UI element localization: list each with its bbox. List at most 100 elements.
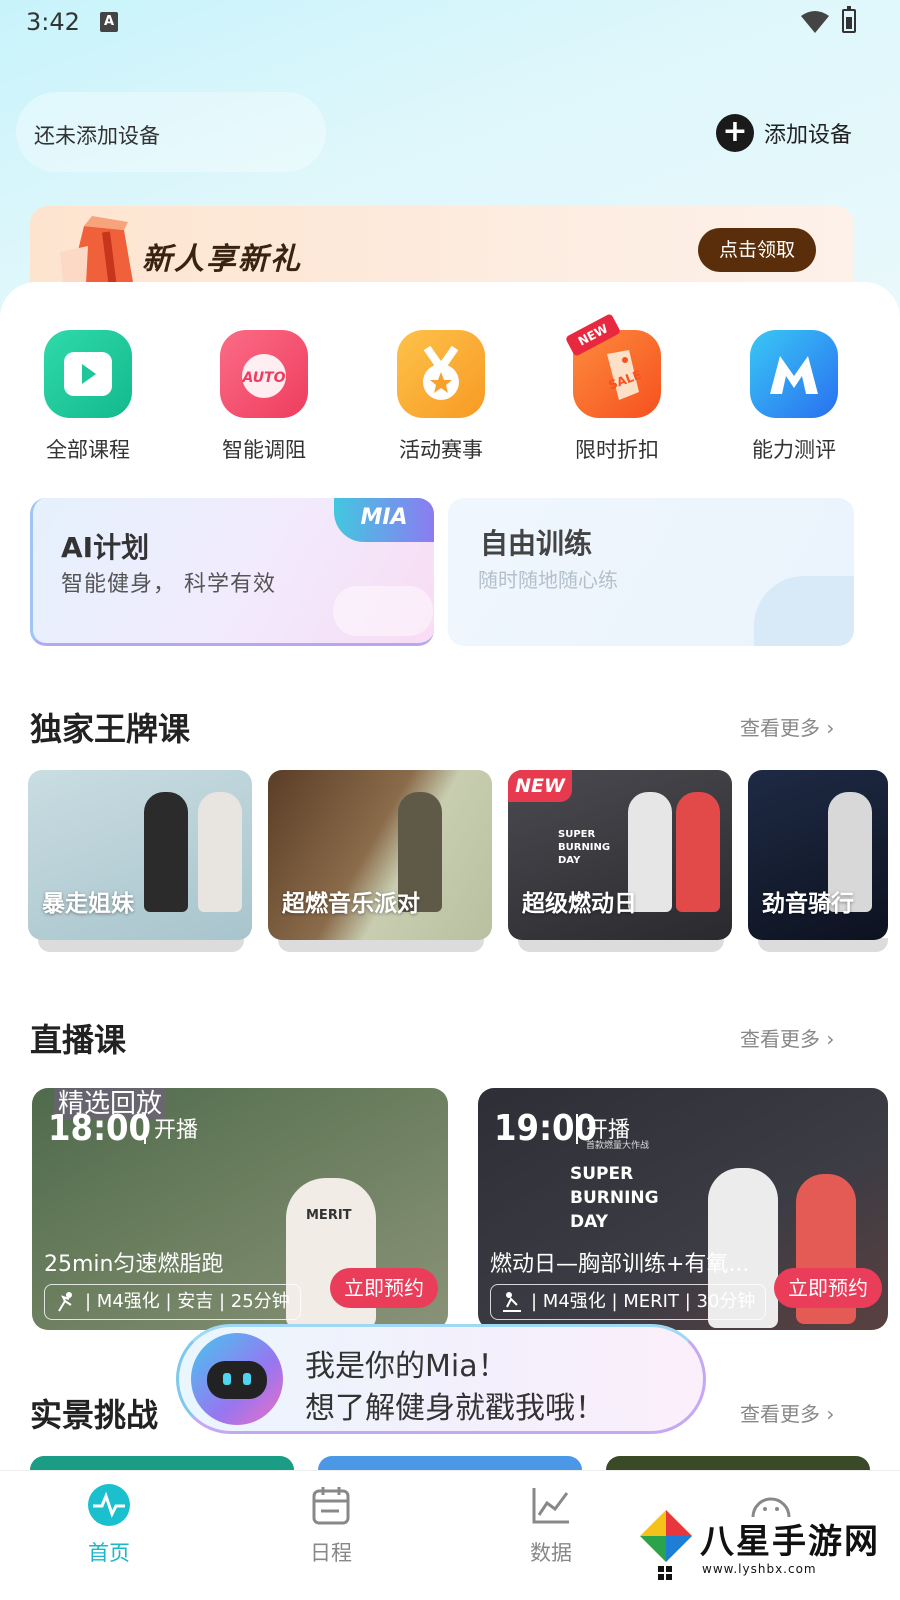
- see-more-label: 查看更多: [740, 1027, 820, 1051]
- divider: [576, 1114, 578, 1144]
- watermark-text: 八星手游网: [700, 1522, 880, 1562]
- see-more-label: 查看更多: [740, 1402, 820, 1426]
- category-all-courses[interactable]: 全部课程: [33, 330, 143, 464]
- free-training-subtitle: 随时随地随心练: [478, 568, 618, 592]
- claim-button[interactable]: 点击领取: [698, 228, 816, 272]
- watermark-url: www.lyshbx.com: [702, 1562, 817, 1576]
- treadmill-icon: [58, 1292, 72, 1312]
- section-title-live: 直播课: [30, 1021, 127, 1059]
- section-title-brand: 独家王牌课: [30, 710, 191, 748]
- run-decoration-icon: [754, 576, 854, 646]
- book-button[interactable]: 立即预约: [330, 1268, 438, 1308]
- shirt-text: MERIT: [306, 1208, 352, 1223]
- live-course-card[interactable]: 19:00 开播 首款燃量大作战 SUPER BURNING DAY 燃动日—胸…: [478, 1088, 888, 1330]
- mia-robot-icon: [191, 1333, 283, 1425]
- coach-figure: [198, 792, 242, 912]
- live-course-meta: | M4强化 | 安吉 | 25分钟: [44, 1284, 301, 1320]
- robot-decoration-icon: [333, 586, 433, 636]
- ai-plan-subtitle: 智能健身， 科学有效: [61, 572, 276, 597]
- live-course-name: 燃动日—胸部训练+有氧...: [490, 1252, 750, 1277]
- category-label: 全部课程: [46, 438, 130, 462]
- category-discount[interactable]: SALE NEW 限时折扣: [562, 313, 672, 464]
- m-logo-icon: [750, 330, 838, 418]
- medal-icon: [397, 330, 485, 418]
- add-device-label: 添加设备: [764, 123, 853, 148]
- battery-icon: [842, 6, 856, 33]
- new-badge: NEW: [508, 770, 572, 802]
- category-smart-resistance[interactable]: AUTO 智能调阻: [209, 330, 319, 464]
- brand-course-name: 劲音骑行: [762, 891, 854, 917]
- ai-plan-card[interactable]: AI计划 智能健身， 科学有效 MIA: [30, 498, 434, 646]
- nav-label: 日程: [310, 1541, 352, 1565]
- coach-figure: [144, 792, 188, 912]
- promo-title: 新人享新礼: [142, 242, 302, 277]
- category-events[interactable]: 活动赛事: [386, 330, 496, 464]
- sale-tag-icon: SALE NEW: [564, 313, 661, 418]
- category-label: 活动赛事: [399, 438, 483, 462]
- coach-figure: [676, 792, 720, 912]
- category-label: 智能调阻: [222, 438, 306, 462]
- play-video-icon: [44, 330, 132, 418]
- brand-see-more-link[interactable]: 查看更多 ›: [740, 712, 834, 741]
- section-title-scene: 实景挑战: [30, 1396, 159, 1434]
- nav-item-home[interactable]: 首页: [54, 1483, 164, 1567]
- brand-course-name: 超级燃动日: [522, 891, 637, 917]
- scene-see-more-link[interactable]: 查看更多 ›: [740, 1398, 834, 1427]
- live-status: 开播: [154, 1118, 199, 1143]
- free-training-card[interactable]: 自由训练 随时随地随心练: [448, 498, 854, 646]
- ai-plan-title: AI计划: [61, 531, 150, 564]
- category-assessment[interactable]: 能力测评: [739, 330, 849, 464]
- card-inner-subtitle: 首款燃量大作战: [586, 1141, 650, 1151]
- brand-course-name: 超燃音乐派对: [282, 891, 420, 917]
- chart-icon: [529, 1483, 573, 1527]
- live-see-more-link[interactable]: 查看更多 ›: [740, 1023, 834, 1052]
- wifi-icon: [801, 11, 829, 33]
- auto-resistance-icon: AUTO: [220, 330, 308, 418]
- live-course-name: 25min匀速燃脂跑: [44, 1252, 224, 1277]
- brand-course-card[interactable]: 劲音骑行: [748, 770, 888, 940]
- card-shadow: [758, 938, 888, 952]
- nav-label: 数据: [530, 1541, 572, 1565]
- card-shadow: [278, 938, 484, 952]
- nav-item-schedule[interactable]: 日程: [276, 1483, 386, 1567]
- robot-face: [207, 1361, 267, 1399]
- brand-course-card[interactable]: NEW SUPER BURNING DAY 超级燃动日: [508, 770, 732, 940]
- meta-text: | M4强化 | 安吉 | 25分钟: [85, 1291, 290, 1312]
- plus-icon: +: [716, 114, 754, 152]
- pulse-icon: [87, 1483, 131, 1527]
- free-training-title: 自由训练: [480, 527, 593, 560]
- meta-text: | M4强化 | MERIT | 30分钟: [531, 1291, 756, 1312]
- category-label: 限时折扣: [575, 438, 659, 462]
- notification-icon: A: [100, 12, 118, 32]
- calendar-icon: [309, 1483, 353, 1527]
- mia-line-1: 我是你的Mia！: [305, 1349, 508, 1384]
- watermark-logo-icon: [640, 1510, 692, 1580]
- add-device-button[interactable]: + 添加设备: [716, 114, 852, 152]
- live-course-card[interactable]: 精选回放 18:00 开播 MERIT 25min匀速燃脂跑 | M4强化 | …: [32, 1088, 448, 1330]
- chevron-right-icon: ›: [826, 1027, 835, 1051]
- book-button[interactable]: 立即预约: [774, 1268, 882, 1308]
- brand-course-name: 暴走姐妹: [42, 891, 134, 917]
- brand-course-card[interactable]: 超燃音乐派对: [268, 770, 492, 940]
- nav-item-data[interactable]: 数据: [496, 1483, 606, 1567]
- live-course-meta: | M4强化 | MERIT | 30分钟: [490, 1284, 767, 1320]
- status-bar: 3:42 A: [0, 0, 900, 46]
- card-inner-title: SUPER BURNING DAY: [570, 1164, 659, 1232]
- svg-text:AUTO: AUTO: [241, 370, 285, 386]
- nav-label: 首页: [88, 1541, 130, 1565]
- brand-course-card[interactable]: 暴走姐妹: [28, 770, 252, 940]
- rowing-icon: [503, 1292, 521, 1312]
- mia-assistant-bubble[interactable]: 我是你的Mia！ 想了解健身就戳我哦！: [176, 1324, 706, 1434]
- site-watermark: 八星手游网 www.lyshbx.com: [636, 1506, 898, 1596]
- device-status-text: 还未添加设备: [34, 124, 160, 148]
- live-time: 19:00: [494, 1108, 598, 1149]
- card-shadow: [38, 938, 244, 952]
- see-more-label: 查看更多: [740, 716, 820, 740]
- card-inner-title: SUPER BURNING DAY: [558, 829, 611, 866]
- live-time: 18:00: [48, 1108, 152, 1149]
- chevron-right-icon: ›: [826, 1402, 835, 1426]
- mia-tag: MIA: [334, 498, 434, 542]
- card-shadow: [518, 938, 724, 952]
- mia-line-2: 想了解健身就戳我哦！: [305, 1391, 605, 1426]
- category-label: 能力测评: [752, 438, 836, 462]
